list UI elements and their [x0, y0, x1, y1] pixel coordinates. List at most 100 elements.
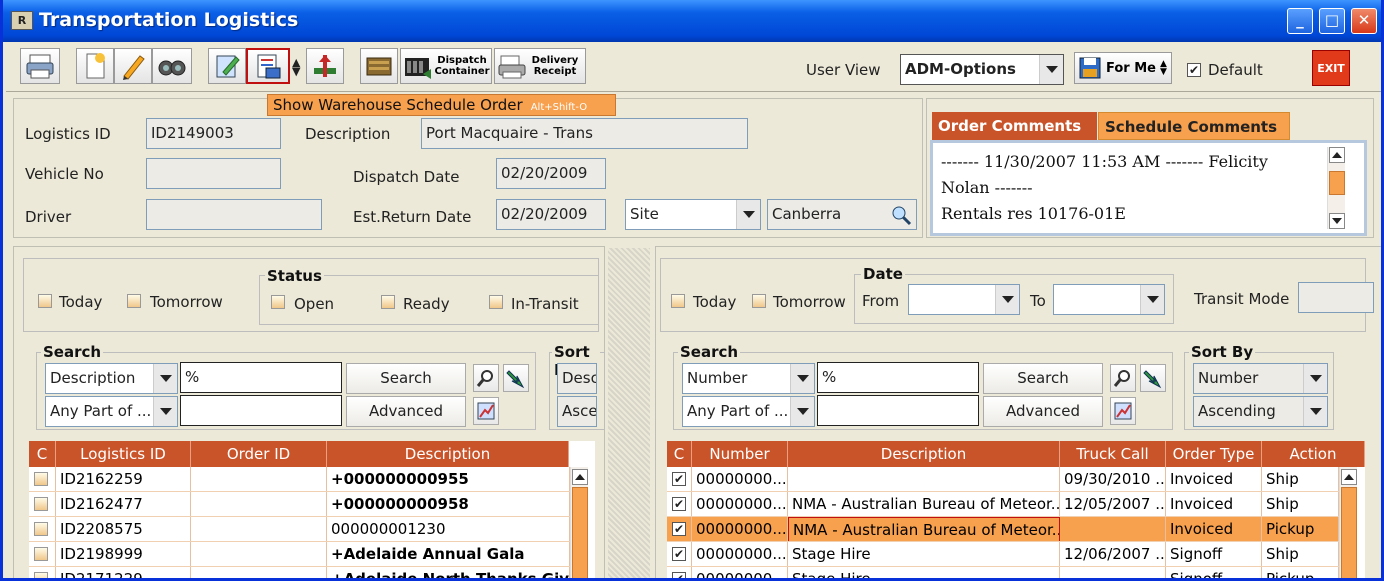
scroll-up-icon[interactable] [1329, 147, 1345, 163]
row-checkbox[interactable]: ✔ [672, 472, 686, 486]
scroll-up-icon[interactable] [572, 469, 588, 485]
row-checkbox-cell[interactable] [29, 517, 56, 541]
left-search-mode-select[interactable]: Any Part of ... [45, 396, 178, 427]
left-search-button[interactable]: Search [346, 363, 466, 394]
left-search-input-2[interactable] [180, 395, 342, 426]
right-search-button[interactable]: Search [983, 363, 1103, 394]
row-checkbox[interactable] [34, 497, 48, 511]
right-search-input-2[interactable] [817, 395, 979, 426]
driver-field[interactable] [146, 199, 322, 230]
edit-button[interactable] [114, 48, 152, 84]
find-button[interactable] [152, 48, 192, 84]
table-row[interactable]: ID2162477 +000000000958 [29, 492, 570, 517]
left-advanced-button[interactable]: Advanced [346, 396, 466, 427]
left-go-button[interactable] [503, 364, 529, 392]
row-checkbox[interactable] [34, 547, 48, 561]
default-checkbox[interactable]: ✔ [1187, 63, 1201, 77]
row-checkbox[interactable]: ✔ [672, 522, 686, 536]
column-header[interactable]: Number [692, 441, 788, 467]
table-row[interactable]: ✔ 00000000... NMA - Australian Bureau of M… [667, 492, 1339, 517]
column-header[interactable]: Description [788, 441, 1060, 467]
row-checkbox-cell[interactable] [29, 567, 56, 578]
title-bar[interactable]: R Transportation Logistics _ □ ✕ [3, 0, 1381, 42]
scroll-up-icon[interactable] [1341, 469, 1357, 485]
row-checkbox-cell[interactable]: ✔ [667, 567, 692, 578]
row-checkbox-cell[interactable]: ✔ [667, 542, 692, 566]
exit-button[interactable]: EXIT [1312, 50, 1350, 86]
container-button[interactable] [360, 48, 398, 84]
search-icon[interactable] [890, 204, 912, 226]
sort-by-field-select[interactable]: Number [1193, 363, 1328, 394]
row-checkbox[interactable] [34, 572, 48, 578]
row-checkbox-cell[interactable]: ✔ [667, 492, 692, 516]
right-today-checkbox[interactable] [671, 294, 685, 308]
warehouse-schedule-button[interactable] [246, 48, 290, 84]
transfer-button[interactable] [306, 48, 344, 84]
scroll-thumb[interactable] [572, 487, 588, 578]
right-tomorrow-checkbox[interactable] [752, 294, 766, 308]
column-header[interactable]: Truck Call [1060, 441, 1166, 467]
tab-order-comments[interactable]: Order Comments [932, 112, 1097, 140]
location-field[interactable]: Canberra [767, 199, 917, 230]
sort-by-order-select[interactable]: Ascending [1193, 396, 1328, 427]
user-view-select[interactable]: ADM-Options [900, 54, 1064, 85]
row-checkbox[interactable]: ✔ [672, 572, 686, 578]
right-chart-button[interactable] [1110, 397, 1136, 425]
splitter[interactable] [608, 248, 650, 578]
today-checkbox[interactable] [38, 294, 52, 308]
tab-schedule-comments[interactable]: Schedule Comments [1098, 112, 1290, 140]
transit-mode-field[interactable] [1298, 282, 1374, 313]
table-row[interactable]: ✔ 00000000... Stage Hire Signoff Pickup [667, 567, 1339, 578]
table-row[interactable]: ID2162259 +000000000955 [29, 467, 570, 492]
right-search-field-select[interactable]: Number [682, 363, 815, 394]
table-row[interactable]: ✔ 00000000... Stage Hire 12/06/2007 ... Sign… [667, 542, 1339, 567]
row-checkbox[interactable]: ✔ [672, 497, 686, 511]
column-header[interactable]: C [29, 441, 56, 467]
ready-checkbox[interactable] [381, 295, 395, 309]
print-button[interactable] [20, 48, 60, 84]
comments-scrollbar[interactable] [1327, 147, 1345, 229]
row-checkbox[interactable] [34, 472, 48, 486]
left-sort-field[interactable]: Desc [557, 363, 597, 394]
right-table-scrollbar[interactable] [1339, 467, 1357, 578]
open-checkbox[interactable] [271, 295, 285, 309]
column-header[interactable]: Action [1262, 441, 1365, 467]
right-go-button[interactable] [1140, 364, 1166, 392]
logistics-id-field[interactable]: ID2149003 [146, 118, 281, 149]
new-button[interactable] [76, 48, 114, 84]
column-header[interactable]: Order Type [1166, 441, 1262, 467]
row-checkbox[interactable] [34, 522, 48, 536]
right-advanced-button[interactable]: Advanced [983, 396, 1103, 427]
for-me-button[interactable]: For Me ▲ ▼ [1074, 52, 1172, 84]
delivery-receipt-button[interactable]: Delivery Receipt [494, 48, 586, 84]
dispatch-container-button[interactable]: Dispatch Container [400, 48, 492, 84]
vehicle-no-field[interactable] [146, 158, 281, 189]
table-row[interactable]: ID2171229 +Adelaide North Thanks Giving [29, 567, 570, 578]
row-checkbox[interactable]: ✔ [672, 547, 686, 561]
maximize-button[interactable]: □ [1319, 8, 1345, 34]
in-transit-checkbox[interactable] [489, 295, 503, 309]
scroll-down-icon[interactable] [1329, 213, 1345, 229]
column-header[interactable]: Order ID [191, 441, 327, 467]
dispatch-date-field[interactable]: 02/20/2009 [496, 158, 606, 189]
left-table-scrollbar[interactable] [570, 467, 588, 578]
scroll-thumb[interactable] [1341, 487, 1357, 578]
row-checkbox-cell[interactable] [29, 542, 56, 566]
column-header[interactable]: Description [327, 441, 569, 467]
dropdown-arrow-icon[interactable]: ▲ ▼ [292, 57, 302, 77]
row-checkbox-cell[interactable]: ✔ [667, 517, 692, 541]
to-date-select[interactable] [1053, 284, 1165, 315]
est-return-date-field[interactable]: 02/20/2009 [496, 199, 606, 230]
row-checkbox-cell[interactable] [29, 467, 56, 491]
left-zoom-button[interactable] [473, 364, 499, 392]
row-checkbox-cell[interactable]: ✔ [667, 467, 692, 491]
right-search-mode-select[interactable]: Any Part of ... [682, 396, 815, 427]
minimize-button[interactable]: _ [1287, 8, 1313, 34]
column-header[interactable]: Logistics ID [56, 441, 191, 467]
row-checkbox-cell[interactable] [29, 492, 56, 516]
site-select[interactable]: Site [625, 199, 761, 230]
left-search-input[interactable]: % [180, 362, 342, 393]
description-field[interactable]: Port Macquaire - Trans [421, 118, 748, 149]
notes-button[interactable] [208, 48, 246, 84]
comments-text[interactable]: ------- 11/30/2007 11:53 AM ------- Feli… [941, 149, 1336, 227]
